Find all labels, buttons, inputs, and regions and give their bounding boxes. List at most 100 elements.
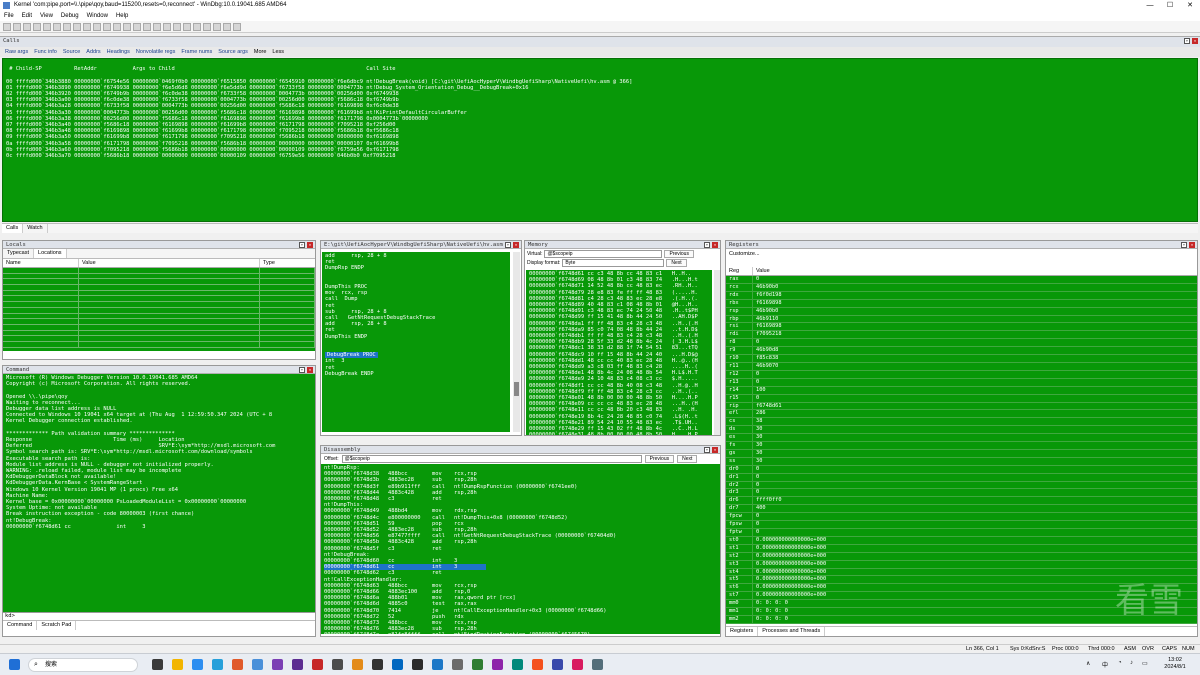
register-value[interactable]: f6748d61: [753, 403, 782, 410]
tab-processes-and-threads[interactable]: Processes and Threads: [758, 627, 826, 636]
register-value[interactable]: 400: [753, 505, 766, 512]
register-row[interactable]: r14 100: [726, 386, 1197, 395]
option-frame-nums[interactable]: Frame nums: [178, 47, 215, 57]
next-button[interactable]: Next: [666, 259, 687, 267]
register-value[interactable]: ffff0ff0: [753, 497, 782, 504]
source-scrollbar[interactable]: [513, 252, 520, 432]
close-icon[interactable]: ✕: [513, 242, 519, 248]
register-value[interactable]: 0: [753, 466, 759, 473]
menu-window[interactable]: Window: [83, 11, 112, 21]
register-value[interactable]: 0: 0: 0: 0: [753, 608, 788, 615]
register-value[interactable]: 0.000000000000000e+000: [753, 584, 826, 591]
close-icon[interactable]: ✕: [1189, 242, 1195, 248]
volume-icon[interactable]: ♪: [1130, 660, 1133, 666]
column-type[interactable]: Type: [260, 259, 315, 267]
option-source[interactable]: Source: [60, 47, 83, 57]
option-raw-args[interactable]: Raw args: [2, 47, 31, 57]
previous-button[interactable]: Previous: [644, 455, 675, 463]
battery-icon[interactable]: ▭: [1142, 660, 1148, 667]
register-row[interactable]: dr2 0: [726, 481, 1197, 490]
column-reg[interactable]: Reg: [726, 267, 753, 275]
task-view-icon[interactable]: [152, 659, 163, 670]
terminal-icon[interactable]: [252, 659, 263, 670]
register-value[interactable]: 0: [753, 482, 759, 489]
register-value[interactable]: f85c838: [753, 355, 778, 362]
pane-menu-icon[interactable]: ▾: [704, 242, 710, 248]
stop-icon[interactable]: [63, 22, 71, 31]
register-value[interactable]: 0.000000000000000e+000: [753, 569, 826, 576]
menu-file[interactable]: File: [0, 11, 18, 21]
tab-registers[interactable]: Registers: [726, 627, 759, 636]
pane-menu-icon[interactable]: ▾: [704, 447, 710, 453]
register-row[interactable]: st1 0.000000000000000e+000: [726, 544, 1197, 553]
tab-typecast[interactable]: Typecast: [3, 249, 35, 258]
disassembly-window-icon[interactable]: [183, 22, 191, 31]
run-to-cursor-icon[interactable]: [113, 22, 121, 31]
paste-icon[interactable]: [33, 22, 41, 31]
register-row[interactable]: rdi f7095218: [726, 331, 1197, 340]
register-row[interactable]: fpsw 0: [726, 521, 1197, 529]
tab-watch[interactable]: Watch: [23, 224, 48, 233]
register-row[interactable]: r9 46b90d8: [726, 347, 1197, 356]
register-row[interactable]: ds 30: [726, 426, 1197, 435]
register-value[interactable]: 0: [753, 379, 759, 386]
close-button[interactable]: ✕: [1180, 0, 1200, 11]
source-mode-icon[interactable]: [203, 22, 211, 31]
register-value[interactable]: 46b90b0: [753, 284, 778, 291]
close-icon[interactable]: ✕: [307, 242, 313, 248]
step-out-icon[interactable]: [103, 22, 111, 31]
pane-menu-icon[interactable]: ▾: [1184, 38, 1190, 44]
calls-window-icon[interactable]: [173, 22, 181, 31]
register-value[interactable]: 46b90b0: [753, 308, 778, 315]
more-button[interactable]: More: [251, 47, 270, 57]
less-button[interactable]: Less: [269, 47, 287, 57]
scratch-pad-icon[interactable]: [193, 22, 201, 31]
register-row[interactable]: cs 38: [726, 418, 1197, 427]
register-row[interactable]: rcx 46b90b0: [726, 283, 1197, 292]
app-icon[interactable]: [312, 659, 323, 670]
register-row[interactable]: rsp 46b90b0: [726, 307, 1197, 316]
register-row[interactable]: dr7 400: [726, 505, 1197, 514]
close-icon[interactable]: ✕: [712, 447, 718, 453]
open-icon[interactable]: [3, 22, 11, 31]
maximize-button[interactable]: ☐: [1160, 0, 1180, 11]
register-value[interactable]: 46b9110: [753, 316, 778, 323]
app-icon[interactable]: [432, 659, 443, 670]
register-row[interactable]: dr3 0: [726, 489, 1197, 498]
calls-list[interactable]: # Child-SP RetAddr Args to Child Call Si…: [2, 58, 1198, 222]
register-row[interactable]: rip f6748d61: [726, 402, 1197, 411]
next-button[interactable]: Next: [677, 455, 698, 463]
app-icon[interactable]: [392, 659, 403, 670]
column-value[interactable]: Value: [753, 267, 1193, 275]
app-icon[interactable]: [352, 659, 363, 670]
register-value[interactable]: 0.000000000000000e+000: [753, 553, 826, 560]
app-icon[interactable]: [452, 659, 463, 670]
register-row[interactable]: rdx f6f0d198: [726, 291, 1197, 300]
register-value[interactable]: 0.000000000000000e+000: [753, 545, 826, 552]
register-value[interactable]: 30: [753, 434, 762, 441]
register-value[interactable]: 0: [753, 489, 759, 496]
register-row[interactable]: st0 0.000000000000000e+000: [726, 536, 1197, 545]
close-icon[interactable]: ✕: [1192, 38, 1198, 44]
app-icon[interactable]: [472, 659, 483, 670]
register-row[interactable]: ss 30: [726, 457, 1197, 466]
register-value[interactable]: f6169898: [753, 300, 782, 307]
register-row[interactable]: es 30: [726, 434, 1197, 443]
register-row[interactable]: rbp 46b9110: [726, 315, 1197, 324]
register-row[interactable]: dr6 ffff0ff0: [726, 497, 1197, 506]
customize-link[interactable]: Customize...: [726, 249, 1197, 259]
memory-window-icon[interactable]: [163, 22, 171, 31]
command-output[interactable]: Microsoft (R) Windows Debugger Version 1…: [3, 374, 315, 612]
pane-menu-icon[interactable]: ▾: [505, 242, 511, 248]
register-value[interactable]: f6f0d198: [753, 292, 782, 299]
register-row[interactable]: dr0 0: [726, 465, 1197, 474]
file-explorer-icon[interactable]: [172, 659, 183, 670]
register-value[interactable]: 100: [753, 387, 766, 394]
help-icon[interactable]: [233, 22, 241, 31]
register-row[interactable]: fpcw 0: [726, 513, 1197, 522]
step-over-icon[interactable]: [93, 22, 101, 31]
register-value[interactable]: 0: [753, 529, 759, 536]
register-row[interactable]: rsi f6169898: [726, 323, 1197, 332]
register-row[interactable]: dr1 0: [726, 473, 1197, 482]
option-addrs[interactable]: Addrs: [83, 47, 103, 57]
